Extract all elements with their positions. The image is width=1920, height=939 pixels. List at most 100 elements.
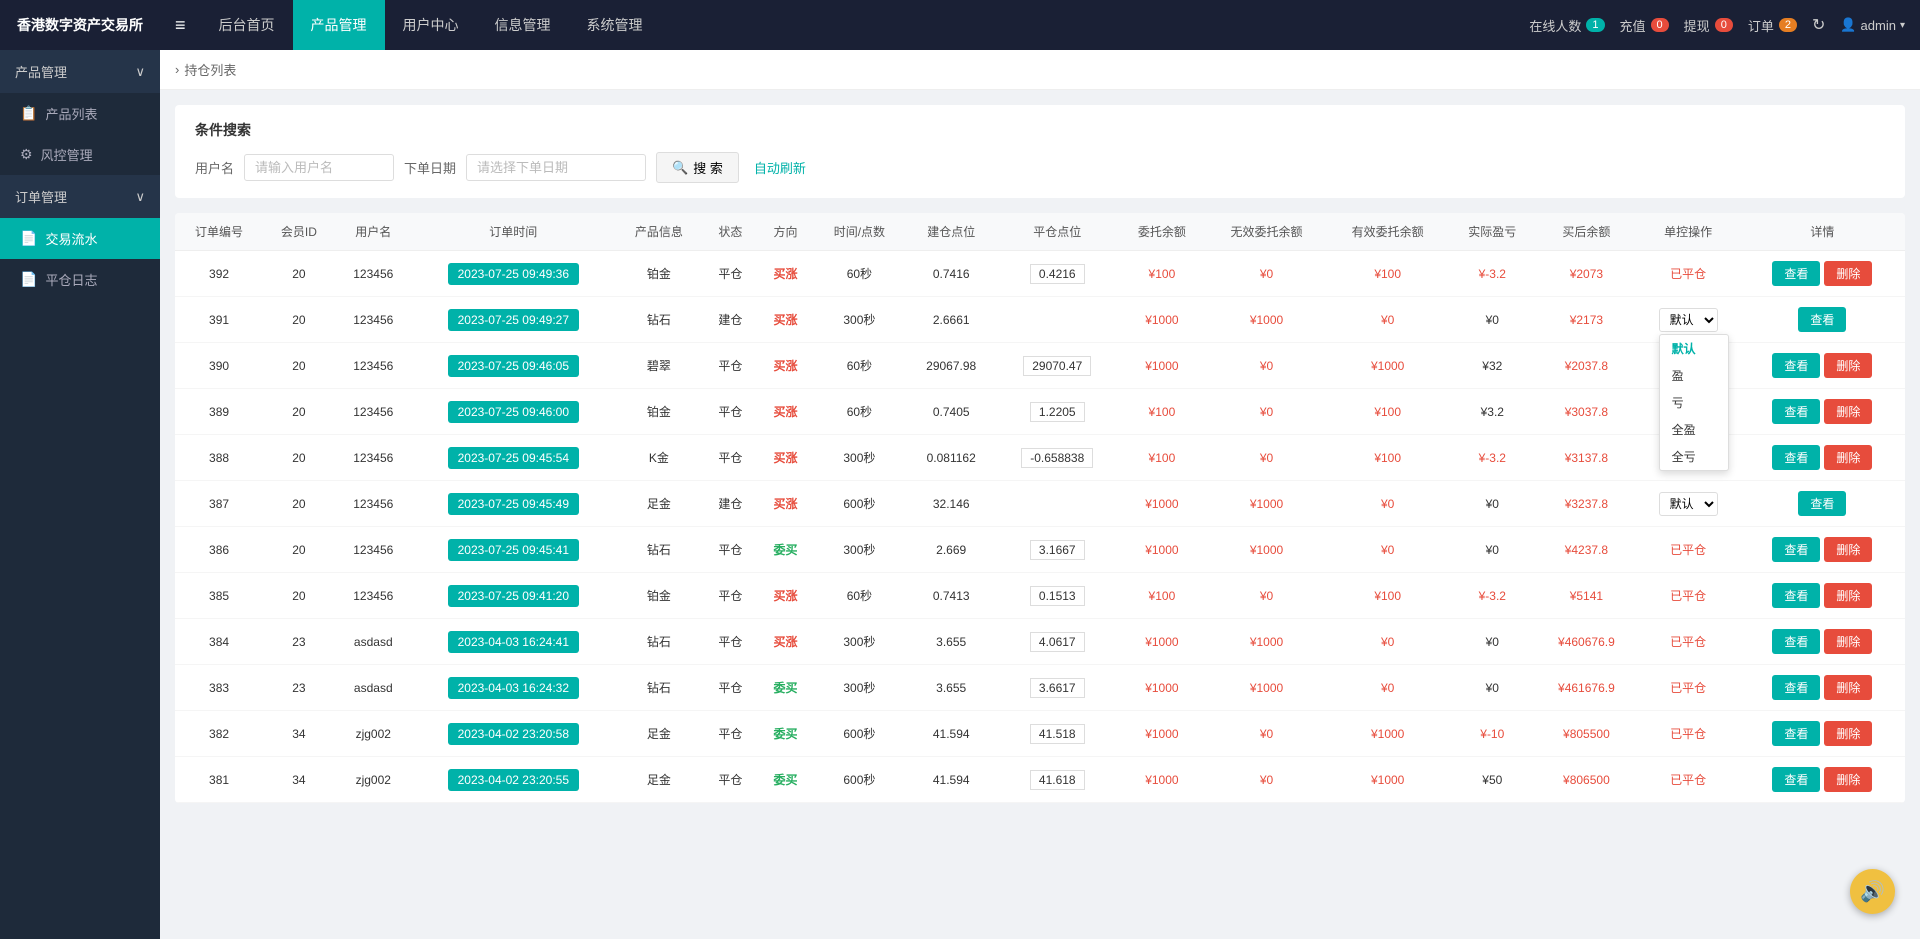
delete-btn-384[interactable]: 删除	[1824, 629, 1872, 654]
th-close-price: 平仓点位	[997, 213, 1118, 251]
cell-profit: ¥3.2	[1448, 389, 1536, 435]
delete-btn-383[interactable]: 删除	[1824, 675, 1872, 700]
nav-item-system[interactable]: 系统管理	[569, 0, 661, 50]
delete-btn-392[interactable]: 删除	[1824, 261, 1872, 286]
dropdown-option-all-loss[interactable]: 全亏	[1660, 443, 1728, 470]
cell-actions: 查看	[1740, 481, 1905, 527]
cell-username: 123456	[335, 481, 412, 527]
view-btn-391[interactable]: 查看	[1798, 307, 1846, 332]
sidebar-item-close-log[interactable]: 📄 平仓日志	[0, 259, 160, 300]
cell-balance-after: ¥5141	[1536, 573, 1636, 619]
cell-profit: ¥0	[1448, 527, 1536, 573]
single-op-select-391[interactable]: 默认盈亏全盈全亏	[1659, 308, 1718, 332]
refresh-icon[interactable]: ↻	[1812, 15, 1825, 35]
cell-profit: ¥-3.2	[1448, 251, 1536, 297]
view-btn-382[interactable]: 查看	[1772, 721, 1820, 746]
cell-time-points: 300秒	[813, 619, 906, 665]
cell-balance-after: ¥806500	[1536, 757, 1636, 803]
order-date-label: 下单日期	[404, 158, 456, 177]
cell-invalid-entrust: ¥1000	[1206, 619, 1327, 665]
status-settled-383: 已平仓	[1670, 681, 1706, 695]
nav-item-products[interactable]: 产品管理	[293, 0, 385, 50]
cell-profit: ¥0	[1448, 297, 1536, 343]
view-btn-383[interactable]: 查看	[1772, 675, 1820, 700]
cell-order-id: 389	[175, 389, 263, 435]
nav-item-home[interactable]: 后台首页	[201, 0, 293, 50]
cell-entrust: ¥100	[1118, 435, 1206, 481]
nav-item-info[interactable]: 信息管理	[477, 0, 569, 50]
cell-single-op: 已平仓	[1636, 665, 1739, 711]
cell-status: 平仓	[703, 665, 758, 711]
nav-item-users[interactable]: 用户中心	[385, 0, 477, 50]
view-btn-389[interactable]: 查看	[1772, 399, 1820, 424]
cell-direction: 买涨	[758, 343, 813, 389]
table-row: 384 23 asdasd 2023-04-03 16:24:41 钻石 平仓 …	[175, 619, 1905, 665]
search-row: 用户名 下单日期 🔍 搜 索 自动刷新	[195, 152, 1885, 183]
delete-btn-389[interactable]: 删除	[1824, 399, 1872, 424]
cell-entrust: ¥1000	[1118, 711, 1206, 757]
view-btn-381[interactable]: 查看	[1772, 767, 1820, 792]
cell-product: 足金	[615, 711, 703, 757]
dropdown-option-profit[interactable]: 盈	[1660, 362, 1728, 389]
delete-btn-385[interactable]: 删除	[1824, 583, 1872, 608]
view-btn-385[interactable]: 查看	[1772, 583, 1820, 608]
cell-order-time: 2023-07-25 09:41:20	[412, 573, 615, 619]
dropdown-option-loss[interactable]: 亏	[1660, 389, 1728, 416]
view-btn-390[interactable]: 查看	[1772, 353, 1820, 378]
dropdown-option-all-profit[interactable]: 全盈	[1660, 416, 1728, 443]
cell-username: 123456	[335, 389, 412, 435]
status-settled-384: 已平仓	[1670, 635, 1706, 649]
cell-username: zjg002	[335, 711, 412, 757]
auto-refresh-btn[interactable]: 自动刷新	[754, 158, 806, 177]
sidebar-section-header-orders[interactable]: 订单管理 ∨	[0, 175, 160, 218]
sidebar-item-transaction-flow[interactable]: 📄 交易流水	[0, 218, 160, 259]
th-member-id: 会员ID	[263, 213, 335, 251]
cell-status: 平仓	[703, 251, 758, 297]
user-info[interactable]: 👤 admin ▾	[1840, 17, 1905, 33]
cell-order-time: 2023-04-02 23:20:58	[412, 711, 615, 757]
cell-valid-entrust: ¥1000	[1327, 343, 1448, 389]
menu-toggle-icon[interactable]: ≡	[160, 15, 201, 36]
cell-username: 123456	[335, 435, 412, 481]
floating-action-button[interactable]: 🔊	[1850, 869, 1895, 914]
view-btn-384[interactable]: 查看	[1772, 629, 1820, 654]
cell-product: K金	[615, 435, 703, 481]
cell-single-op: 已平仓	[1636, 619, 1739, 665]
sidebar-item-risk-control[interactable]: ⚙ 风控管理	[0, 134, 160, 175]
cell-username: 123456	[335, 297, 412, 343]
view-btn-388[interactable]: 查看	[1772, 445, 1820, 470]
withdraw-item[interactable]: 提现 0	[1684, 16, 1733, 35]
delete-btn-388[interactable]: 删除	[1824, 445, 1872, 470]
cell-close-price: 41.518	[997, 711, 1118, 757]
order-item[interactable]: 订单 2	[1748, 16, 1797, 35]
cell-product: 钻石	[615, 297, 703, 343]
cell-username: 123456	[335, 251, 412, 297]
search-button[interactable]: 🔍 搜 索	[656, 152, 739, 183]
view-btn-386[interactable]: 查看	[1772, 537, 1820, 562]
view-btn-392[interactable]: 查看	[1772, 261, 1820, 286]
order-count-badge: 2	[1779, 18, 1797, 32]
cell-direction: 买涨	[758, 435, 813, 481]
single-op-select-387[interactable]: 默认盈亏全盈全亏	[1659, 492, 1718, 516]
delete-btn-381[interactable]: 删除	[1824, 767, 1872, 792]
cell-order-time: 2023-07-25 09:49:27	[412, 297, 615, 343]
data-table-wrap: 订单编号 会员ID 用户名 订单时间 产品信息 状态 方向 时间/点数 建仓点位…	[175, 213, 1905, 803]
sidebar-section-header-products[interactable]: 产品管理 ∨	[0, 50, 160, 93]
delete-btn-382[interactable]: 删除	[1824, 721, 1872, 746]
cell-username: asdasd	[335, 619, 412, 665]
th-order-time: 订单时间	[412, 213, 615, 251]
recharge-item[interactable]: 充值 0	[1620, 16, 1669, 35]
order-date-input[interactable]	[466, 154, 646, 181]
table-row: 392 20 123456 2023-07-25 09:49:36 铂金 平仓 …	[175, 251, 1905, 297]
delete-btn-386[interactable]: 删除	[1824, 537, 1872, 562]
delete-btn-390[interactable]: 删除	[1824, 353, 1872, 378]
username-input[interactable]	[244, 154, 394, 181]
cell-status: 建仓	[703, 297, 758, 343]
sidebar-item-product-list[interactable]: 📋 产品列表	[0, 93, 160, 134]
dropdown-option-default[interactable]: 默认	[1660, 335, 1728, 362]
cell-entrust: ¥1000	[1118, 527, 1206, 573]
cell-username: zjg002	[335, 757, 412, 803]
cell-status: 平仓	[703, 435, 758, 481]
view-btn-387[interactable]: 查看	[1798, 491, 1846, 516]
cell-order-id: 384	[175, 619, 263, 665]
